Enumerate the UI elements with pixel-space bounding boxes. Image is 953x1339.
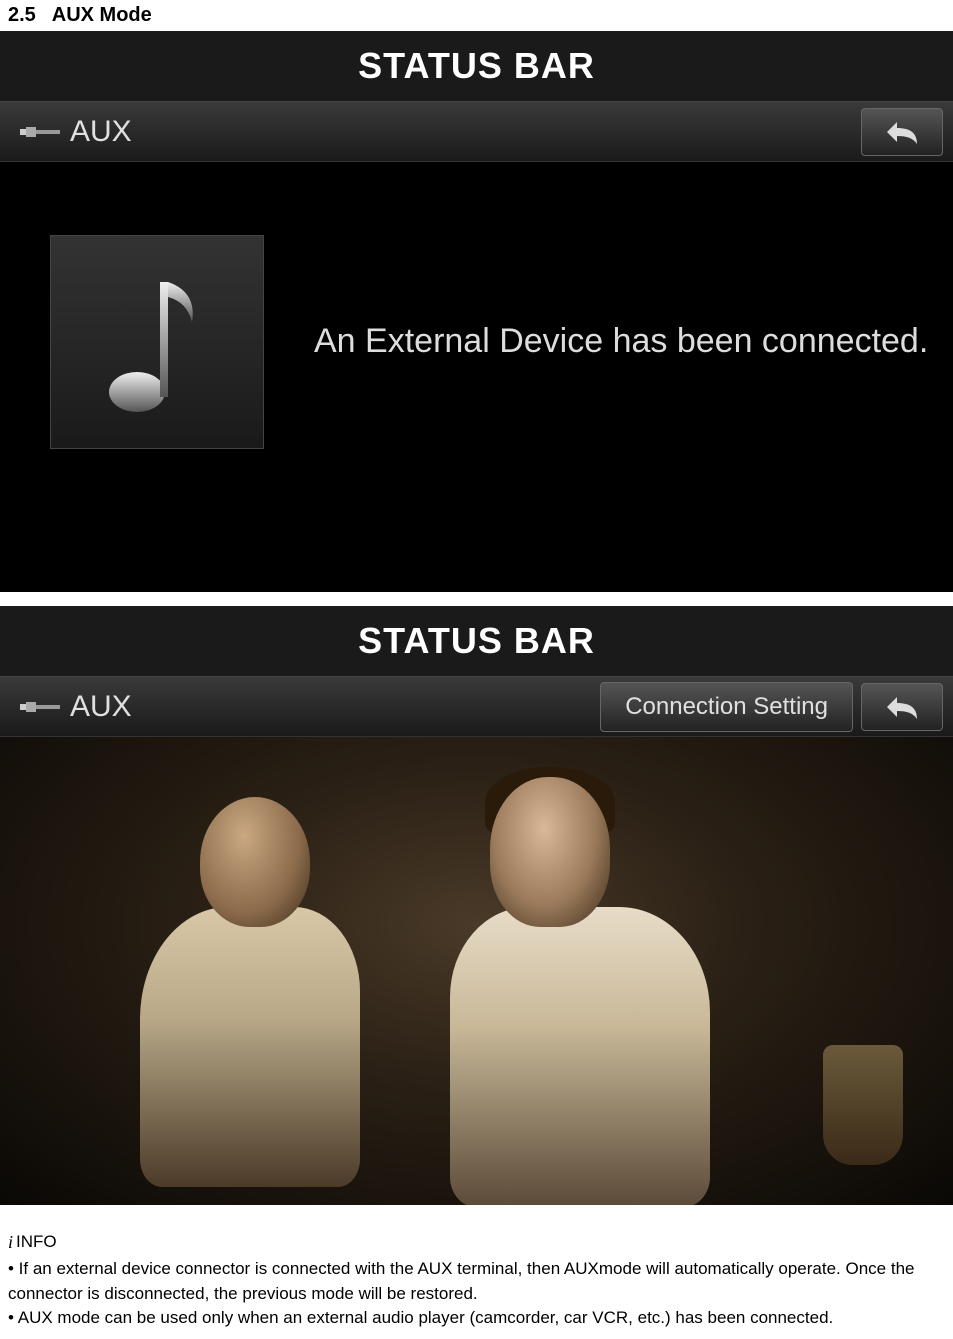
aux-mode-label: AUX (70, 115, 861, 149)
back-button[interactable] (861, 108, 943, 156)
back-arrow-icon (885, 118, 919, 146)
connection-setting-button[interactable]: Connection Setting (600, 682, 853, 732)
info-section: i INFO • If an external device connector… (0, 1219, 953, 1339)
status-bar: STATUS BAR (0, 31, 953, 102)
screen-aux-audio: STATUS BAR AUX An External Device has be… (0, 31, 953, 592)
content-area: An External Device has been connected. (0, 162, 953, 592)
back-arrow-icon (885, 693, 919, 721)
video-frame (0, 737, 953, 1205)
info-label: INFO (16, 1230, 57, 1255)
section-title-text: AUX Mode (52, 4, 152, 26)
aux-mode-label: AUX (70, 690, 600, 724)
connection-message: An External Device has been connected. (314, 318, 928, 366)
section-number: 2.5 (8, 4, 36, 26)
video-playback-area[interactable] (0, 737, 953, 1205)
aux-connector-icon (20, 697, 60, 717)
header-row: AUX Connection Setting (0, 677, 953, 737)
header-row: AUX (0, 102, 953, 162)
screen-aux-video: STATUS BAR AUX Connection Setting (0, 606, 953, 1205)
section-heading: 2.5 AUX Mode (0, 0, 953, 31)
back-button[interactable] (861, 683, 943, 731)
music-note-icon (102, 267, 212, 417)
info-bullet: • AUX mode can be used only when an exte… (8, 1306, 945, 1331)
info-icon: i (8, 1229, 13, 1255)
status-bar: STATUS BAR (0, 606, 953, 677)
music-note-placeholder (50, 235, 264, 449)
aux-connector-icon (20, 122, 60, 142)
info-header: i INFO (8, 1229, 945, 1255)
info-bullet: • If an external device connector is con… (8, 1257, 945, 1306)
